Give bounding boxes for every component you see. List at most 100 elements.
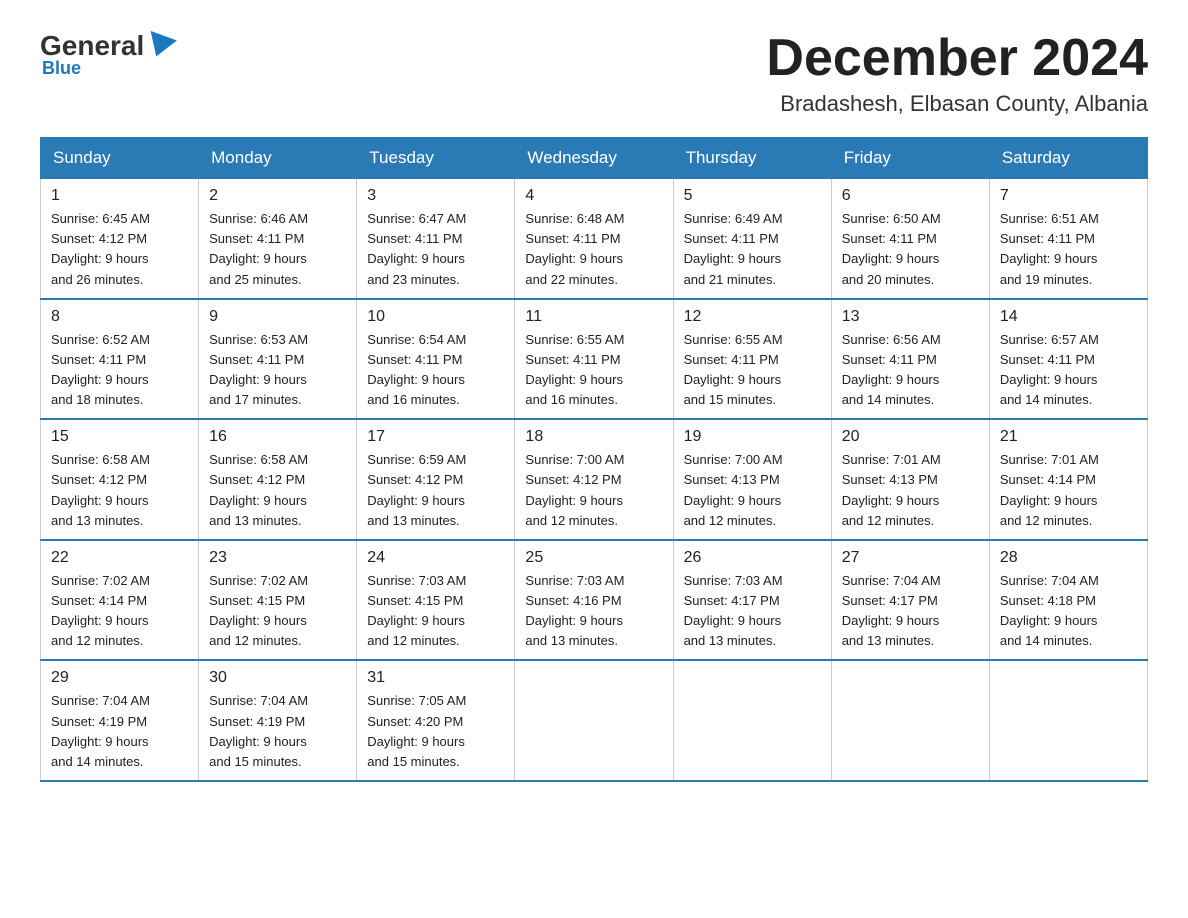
page-header: General Blue December 2024 Bradashesh, E… (40, 30, 1148, 117)
day-info: Sunrise: 7:03 AM Sunset: 4:15 PM Dayligh… (367, 571, 504, 652)
day-cell: 17 Sunrise: 6:59 AM Sunset: 4:12 PM Dayl… (357, 419, 515, 540)
day-number: 26 (684, 549, 821, 567)
day-cell: 28 Sunrise: 7:04 AM Sunset: 4:18 PM Dayl… (989, 540, 1147, 661)
day-cell: 22 Sunrise: 7:02 AM Sunset: 4:14 PM Dayl… (41, 540, 199, 661)
day-number: 30 (209, 669, 346, 687)
day-cell: 18 Sunrise: 7:00 AM Sunset: 4:12 PM Dayl… (515, 419, 673, 540)
day-number: 15 (51, 428, 188, 446)
day-number: 7 (1000, 187, 1137, 205)
month-title: December 2024 (766, 30, 1148, 87)
header-cell-saturday: Saturday (989, 138, 1147, 179)
day-cell (831, 660, 989, 781)
day-info: Sunrise: 6:52 AM Sunset: 4:11 PM Dayligh… (51, 330, 188, 411)
day-info: Sunrise: 6:51 AM Sunset: 4:11 PM Dayligh… (1000, 209, 1137, 290)
day-number: 21 (1000, 428, 1137, 446)
week-row-3: 15 Sunrise: 6:58 AM Sunset: 4:12 PM Dayl… (41, 419, 1148, 540)
day-number: 20 (842, 428, 979, 446)
day-number: 16 (209, 428, 346, 446)
day-number: 10 (367, 308, 504, 326)
day-info: Sunrise: 6:54 AM Sunset: 4:11 PM Dayligh… (367, 330, 504, 411)
day-number: 2 (209, 187, 346, 205)
week-row-4: 22 Sunrise: 7:02 AM Sunset: 4:14 PM Dayl… (41, 540, 1148, 661)
day-info: Sunrise: 6:56 AM Sunset: 4:11 PM Dayligh… (842, 330, 979, 411)
header-cell-monday: Monday (199, 138, 357, 179)
day-info: Sunrise: 7:03 AM Sunset: 4:17 PM Dayligh… (684, 571, 821, 652)
day-info: Sunrise: 6:57 AM Sunset: 4:11 PM Dayligh… (1000, 330, 1137, 411)
day-cell: 13 Sunrise: 6:56 AM Sunset: 4:11 PM Dayl… (831, 299, 989, 420)
calendar-header: SundayMondayTuesdayWednesdayThursdayFrid… (41, 138, 1148, 179)
title-block: December 2024 Bradashesh, Elbasan County… (766, 30, 1148, 117)
day-info: Sunrise: 7:04 AM Sunset: 4:18 PM Dayligh… (1000, 571, 1137, 652)
day-number: 22 (51, 549, 188, 567)
day-info: Sunrise: 7:04 AM Sunset: 4:17 PM Dayligh… (842, 571, 979, 652)
day-cell: 6 Sunrise: 6:50 AM Sunset: 4:11 PM Dayli… (831, 179, 989, 299)
week-row-1: 1 Sunrise: 6:45 AM Sunset: 4:12 PM Dayli… (41, 179, 1148, 299)
logo-blue-text: Blue (42, 58, 81, 79)
day-cell: 5 Sunrise: 6:49 AM Sunset: 4:11 PM Dayli… (673, 179, 831, 299)
day-number: 25 (525, 549, 662, 567)
day-cell: 21 Sunrise: 7:01 AM Sunset: 4:14 PM Dayl… (989, 419, 1147, 540)
day-cell: 24 Sunrise: 7:03 AM Sunset: 4:15 PM Dayl… (357, 540, 515, 661)
day-cell: 14 Sunrise: 6:57 AM Sunset: 4:11 PM Dayl… (989, 299, 1147, 420)
day-info: Sunrise: 6:46 AM Sunset: 4:11 PM Dayligh… (209, 209, 346, 290)
day-number: 4 (525, 187, 662, 205)
day-cell: 10 Sunrise: 6:54 AM Sunset: 4:11 PM Dayl… (357, 299, 515, 420)
day-info: Sunrise: 7:01 AM Sunset: 4:13 PM Dayligh… (842, 450, 979, 531)
day-number: 19 (684, 428, 821, 446)
day-number: 13 (842, 308, 979, 326)
header-cell-sunday: Sunday (41, 138, 199, 179)
day-info: Sunrise: 7:04 AM Sunset: 4:19 PM Dayligh… (51, 691, 188, 772)
day-number: 18 (525, 428, 662, 446)
day-cell: 16 Sunrise: 6:58 AM Sunset: 4:12 PM Dayl… (199, 419, 357, 540)
day-cell: 2 Sunrise: 6:46 AM Sunset: 4:11 PM Dayli… (199, 179, 357, 299)
day-info: Sunrise: 7:00 AM Sunset: 4:12 PM Dayligh… (525, 450, 662, 531)
day-number: 11 (525, 308, 662, 326)
day-number: 28 (1000, 549, 1137, 567)
day-info: Sunrise: 7:02 AM Sunset: 4:15 PM Dayligh… (209, 571, 346, 652)
header-row: SundayMondayTuesdayWednesdayThursdayFrid… (41, 138, 1148, 179)
day-cell: 26 Sunrise: 7:03 AM Sunset: 4:17 PM Dayl… (673, 540, 831, 661)
day-cell: 29 Sunrise: 7:04 AM Sunset: 4:19 PM Dayl… (41, 660, 199, 781)
day-info: Sunrise: 7:02 AM Sunset: 4:14 PM Dayligh… (51, 571, 188, 652)
day-number: 27 (842, 549, 979, 567)
day-cell: 27 Sunrise: 7:04 AM Sunset: 4:17 PM Dayl… (831, 540, 989, 661)
day-cell: 1 Sunrise: 6:45 AM Sunset: 4:12 PM Dayli… (41, 179, 199, 299)
day-cell: 30 Sunrise: 7:04 AM Sunset: 4:19 PM Dayl… (199, 660, 357, 781)
day-cell: 31 Sunrise: 7:05 AM Sunset: 4:20 PM Dayl… (357, 660, 515, 781)
header-cell-wednesday: Wednesday (515, 138, 673, 179)
day-number: 23 (209, 549, 346, 567)
day-info: Sunrise: 6:58 AM Sunset: 4:12 PM Dayligh… (51, 450, 188, 531)
day-cell: 3 Sunrise: 6:47 AM Sunset: 4:11 PM Dayli… (357, 179, 515, 299)
day-info: Sunrise: 7:01 AM Sunset: 4:14 PM Dayligh… (1000, 450, 1137, 531)
day-info: Sunrise: 6:48 AM Sunset: 4:11 PM Dayligh… (525, 209, 662, 290)
day-cell: 15 Sunrise: 6:58 AM Sunset: 4:12 PM Dayl… (41, 419, 199, 540)
day-number: 3 (367, 187, 504, 205)
header-cell-friday: Friday (831, 138, 989, 179)
day-number: 24 (367, 549, 504, 567)
day-info: Sunrise: 6:50 AM Sunset: 4:11 PM Dayligh… (842, 209, 979, 290)
day-info: Sunrise: 7:04 AM Sunset: 4:19 PM Dayligh… (209, 691, 346, 772)
day-cell (989, 660, 1147, 781)
header-cell-tuesday: Tuesday (357, 138, 515, 179)
day-number: 29 (51, 669, 188, 687)
day-info: Sunrise: 7:00 AM Sunset: 4:13 PM Dayligh… (684, 450, 821, 531)
calendar-table: SundayMondayTuesdayWednesdayThursdayFrid… (40, 137, 1148, 782)
day-cell: 23 Sunrise: 7:02 AM Sunset: 4:15 PM Dayl… (199, 540, 357, 661)
day-info: Sunrise: 6:53 AM Sunset: 4:11 PM Dayligh… (209, 330, 346, 411)
day-cell: 20 Sunrise: 7:01 AM Sunset: 4:13 PM Dayl… (831, 419, 989, 540)
day-number: 9 (209, 308, 346, 326)
day-number: 5 (684, 187, 821, 205)
day-cell: 12 Sunrise: 6:55 AM Sunset: 4:11 PM Dayl… (673, 299, 831, 420)
day-info: Sunrise: 7:03 AM Sunset: 4:16 PM Dayligh… (525, 571, 662, 652)
day-number: 6 (842, 187, 979, 205)
day-number: 1 (51, 187, 188, 205)
week-row-5: 29 Sunrise: 7:04 AM Sunset: 4:19 PM Dayl… (41, 660, 1148, 781)
day-cell: 8 Sunrise: 6:52 AM Sunset: 4:11 PM Dayli… (41, 299, 199, 420)
day-info: Sunrise: 6:59 AM Sunset: 4:12 PM Dayligh… (367, 450, 504, 531)
day-info: Sunrise: 6:55 AM Sunset: 4:11 PM Dayligh… (684, 330, 821, 411)
day-cell: 19 Sunrise: 7:00 AM Sunset: 4:13 PM Dayl… (673, 419, 831, 540)
day-info: Sunrise: 6:47 AM Sunset: 4:11 PM Dayligh… (367, 209, 504, 290)
day-cell (673, 660, 831, 781)
day-number: 8 (51, 308, 188, 326)
day-cell: 11 Sunrise: 6:55 AM Sunset: 4:11 PM Dayl… (515, 299, 673, 420)
